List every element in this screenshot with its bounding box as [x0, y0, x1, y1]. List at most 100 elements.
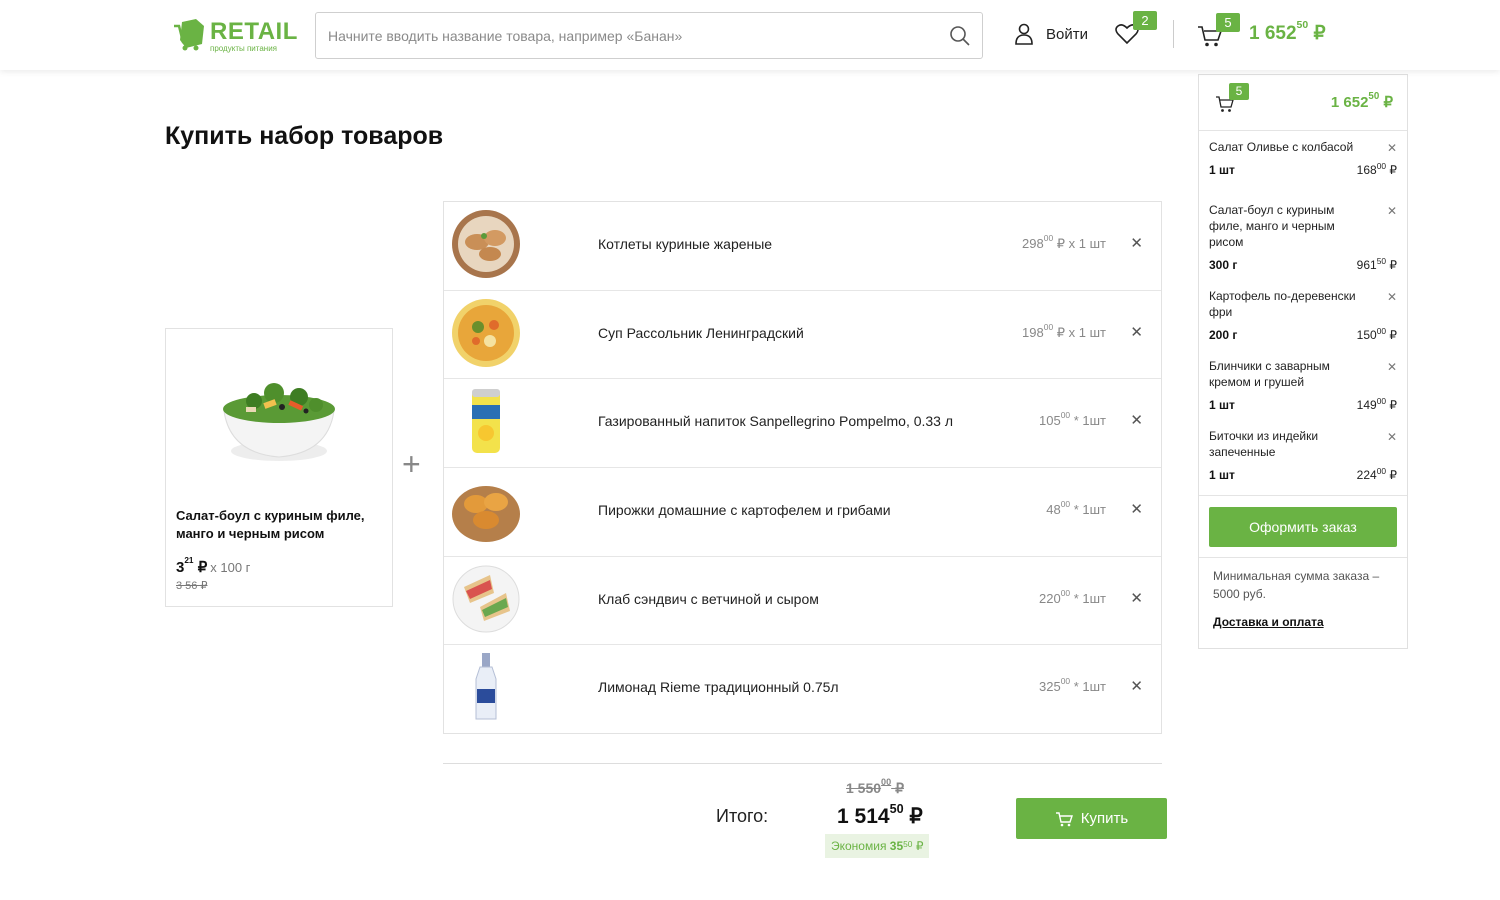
remove-icon[interactable]: ✕ — [1387, 204, 1397, 218]
remove-icon[interactable]: ✕ — [1130, 500, 1143, 518]
price-main: 1 652 — [1330, 94, 1369, 111]
price-cents: 21 — [184, 556, 194, 565]
mini-cart-header: 5 1 65250 ₽ — [1199, 75, 1407, 131]
logo-text: RETAIL — [210, 18, 298, 45]
mini-item-name[interactable]: Картофель по-деревенски фри — [1209, 288, 1369, 320]
main-product-card[interactable]: Салат-боул с куриным филе, манго и черны… — [165, 328, 393, 607]
price-main: 168 — [1356, 163, 1377, 177]
price-main: 298 — [1022, 236, 1044, 251]
logo-subtitle: продукты питания — [210, 44, 277, 53]
divider — [443, 763, 1162, 764]
buy-button-label: Купить — [1080, 810, 1129, 827]
price-main: 961 — [1356, 258, 1377, 272]
item-name[interactable]: Лимонад Rieme традиционный 0.75л — [598, 679, 839, 695]
mini-cart-item[interactable]: Блинчики с заварным кремом и грушей ✕ 1 … — [1199, 350, 1407, 420]
lemonade-bottle-image — [475, 653, 497, 720]
price-main: 224 — [1356, 468, 1377, 482]
remove-icon[interactable]: ✕ — [1130, 323, 1143, 341]
total-label: Итого: — [716, 806, 769, 826]
mini-item-qty: 300 г — [1209, 258, 1238, 272]
item-price: 22000 * 1шт — [1039, 588, 1106, 606]
mini-cart-total: 1 65250 ₽ — [1330, 91, 1393, 111]
item-price: 10500 * 1шт — [1039, 410, 1106, 429]
item-name[interactable]: Газированный напиток Sanpellegrino Pompe… — [598, 413, 953, 429]
price-cents: 00 — [1376, 161, 1387, 171]
page-title: Купить набор товаров — [165, 122, 444, 150]
currency-sign: ₽ — [915, 839, 924, 853]
login-label: Войти — [1046, 25, 1088, 43]
remove-icon[interactable]: ✕ — [1387, 430, 1397, 444]
new-total-price: 1 51450 ₽ — [837, 802, 923, 829]
remove-icon[interactable]: ✕ — [1387, 290, 1397, 304]
cart-count-badge: 5 — [1216, 13, 1240, 32]
list-item[interactable]: Лимонад Rieme традиционный 0.75л 32500 *… — [444, 645, 1161, 734]
login-button[interactable]: Войти — [1014, 20, 1088, 48]
main-product-name[interactable]: Салат-боул с куриным филе, манго и черны… — [176, 507, 386, 543]
mini-item-qty: 1 шт — [1209, 398, 1235, 412]
mini-cart-item[interactable]: Салат-боул с куриным филе, манго и черны… — [1199, 194, 1407, 280]
remove-icon[interactable]: ✕ — [1130, 234, 1143, 252]
old-total-price: 1 55000 ₽ — [846, 777, 904, 797]
remove-icon[interactable]: ✕ — [1387, 360, 1397, 374]
list-item[interactable]: Пирожки домашние с картофелем и грибами … — [444, 468, 1161, 557]
mini-item-qty: 1 шт — [1209, 163, 1235, 177]
header-cart-total[interactable]: 1 65250 ₽ — [1249, 20, 1326, 45]
soup-image — [452, 298, 520, 367]
list-item[interactable]: Клаб сэндвич с ветчиной и сыром 22000 * … — [444, 557, 1161, 646]
divider — [1199, 557, 1407, 558]
chicken-cutlets-image — [452, 210, 520, 278]
item-price: 4800 * 1шт — [1046, 499, 1106, 518]
remove-icon[interactable]: ✕ — [1130, 589, 1143, 607]
remove-icon[interactable]: ✕ — [1130, 677, 1143, 695]
list-item[interactable]: Газированный напиток Sanpellegrino Pompe… — [444, 379, 1161, 469]
item-name[interactable]: Пирожки домашние с картофелем и грибами — [598, 502, 891, 518]
price-cents: 50 — [1376, 256, 1387, 266]
logo[interactable]: RETAIL продукты питания — [172, 18, 302, 54]
mini-cart-item[interactable]: Салат Оливье с колбасой ✕ 1 шт 16800 ₽ — [1199, 131, 1407, 194]
mini-item-name[interactable]: Салат Оливье с колбасой — [1209, 139, 1369, 155]
currency-sign: ₽ — [1389, 328, 1397, 342]
mini-cart-item[interactable]: Картофель по-деревенски фри ✕ 200 г 15000… — [1199, 280, 1407, 350]
price-cents: 00 — [1376, 396, 1387, 406]
price-unit: x 100 г — [210, 560, 251, 575]
price-cents: 00 — [1376, 326, 1387, 336]
item-name[interactable]: Суп Рассольник Ленинградский — [598, 325, 804, 341]
search-input[interactable] — [328, 13, 938, 58]
search-icon[interactable] — [948, 24, 972, 48]
price-cents: 00 — [1060, 499, 1071, 510]
price-cents: 50 — [1368, 91, 1380, 102]
remove-icon[interactable]: ✕ — [1387, 141, 1397, 155]
mini-item-price: 22400 ₽ — [1356, 466, 1397, 482]
set-items-list: Котлеты куриные жареные 29800 ₽ x 1 шт ✕… — [443, 201, 1162, 734]
mini-item-qty: 1 шт — [1209, 468, 1235, 482]
mini-item-qty: 200 г — [1209, 328, 1238, 342]
remove-icon[interactable]: ✕ — [1130, 411, 1143, 429]
price-main: 150 — [1356, 328, 1377, 342]
item-name[interactable]: Котлеты куриные жареные — [598, 236, 772, 252]
item-price: 29800 ₽ x 1 шт — [1022, 233, 1106, 252]
item-qty: * 1шт — [1073, 413, 1106, 429]
cart-total-cents: 50 — [1296, 20, 1309, 31]
cart-icon — [1055, 811, 1073, 826]
checkout-button[interactable]: Оформить заказ — [1209, 507, 1397, 547]
price-cents: 00 — [881, 777, 892, 787]
item-qty: * 1шт — [1073, 679, 1106, 695]
list-item[interactable]: Котлеты куриные жареные 29800 ₽ x 1 шт ✕ — [444, 202, 1161, 291]
item-name[interactable]: Клаб сэндвич с ветчиной и сыром — [598, 591, 819, 607]
delivery-link[interactable]: Доставка и оплата — [1213, 615, 1324, 629]
currency-sign: ₽ — [1383, 94, 1393, 111]
mini-item-name[interactable]: Салат-боул с куриным филе, манго и черны… — [1209, 202, 1369, 250]
main-product-old-price: 3 56 ₽ — [176, 580, 208, 592]
mini-item-name[interactable]: Биточки из индейки запеченные — [1209, 428, 1369, 460]
soda-can-image — [472, 389, 500, 454]
saving-label: Экономия — [831, 839, 887, 853]
item-price: 32500 * 1шт — [1039, 676, 1106, 695]
item-price: 19800 ₽ x 1 шт — [1022, 322, 1106, 341]
mini-cart-item[interactable]: Биточки из индейки запеченные ✕ 1 шт 2240… — [1199, 420, 1407, 490]
price-main: 48 — [1046, 502, 1061, 518]
mini-item-name[interactable]: Блинчики с заварным кремом и грушей — [1209, 358, 1369, 390]
header: RETAIL продукты питания Войти 2 5 1 6525… — [0, 0, 1500, 70]
search-box — [315, 12, 983, 59]
list-item[interactable]: Суп Рассольник Ленинградский 19800 ₽ x 1… — [444, 291, 1161, 380]
buy-button[interactable]: Купить — [1016, 798, 1167, 839]
